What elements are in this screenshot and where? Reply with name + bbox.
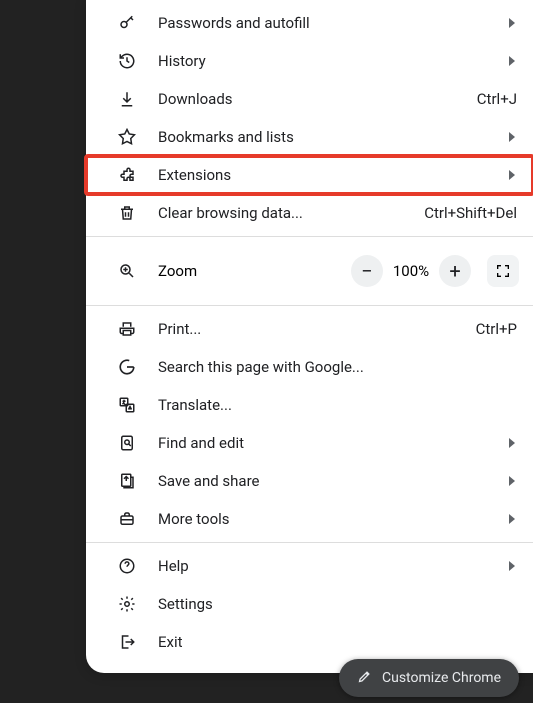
menu-label: History bbox=[158, 52, 206, 70]
menu-label: Print... bbox=[158, 320, 201, 338]
menu-clear-data[interactable]: Clear browsing data... Ctrl+Shift+Del bbox=[86, 194, 533, 232]
menu-more-tools[interactable]: More tools bbox=[86, 500, 533, 538]
menu-label: Help bbox=[158, 557, 189, 575]
menu-label: Bookmarks and lists bbox=[158, 128, 294, 146]
fullscreen-button[interactable] bbox=[487, 255, 519, 287]
chevron-right-icon bbox=[507, 52, 517, 70]
menu-label: Translate... bbox=[158, 396, 232, 414]
menu-history[interactable]: History bbox=[86, 42, 533, 80]
menu-passwords[interactable]: Passwords and autofill bbox=[86, 4, 533, 42]
help-icon bbox=[116, 557, 138, 575]
menu-print[interactable]: Print... Ctrl+P bbox=[86, 310, 533, 348]
browser-menu: Passwords and autofill History Downloads… bbox=[86, 0, 533, 673]
chevron-right-icon bbox=[507, 166, 517, 184]
divider bbox=[86, 542, 533, 543]
menu-label: Extensions bbox=[158, 166, 231, 184]
chevron-right-icon bbox=[507, 472, 517, 490]
menu-downloads[interactable]: Downloads Ctrl+J bbox=[86, 80, 533, 118]
extension-icon bbox=[116, 166, 138, 184]
menu-shortcut: Ctrl+Shift+Del bbox=[424, 204, 517, 222]
menu-label: More tools bbox=[158, 510, 230, 528]
zoom-icon bbox=[116, 262, 138, 280]
trash-icon bbox=[116, 204, 138, 222]
menu-bookmarks[interactable]: Bookmarks and lists bbox=[86, 118, 533, 156]
menu-settings[interactable]: Settings bbox=[86, 585, 533, 623]
menu-save-share[interactable]: Save and share bbox=[86, 462, 533, 500]
menu-shortcut: Ctrl+P bbox=[476, 320, 517, 338]
star-icon bbox=[116, 128, 138, 146]
chevron-right-icon bbox=[507, 14, 517, 32]
menu-label: Zoom bbox=[158, 262, 351, 280]
menu-shortcut: Ctrl+J bbox=[477, 90, 517, 108]
menu-label: Save and share bbox=[158, 472, 259, 490]
menu-extensions[interactable]: Extensions bbox=[86, 156, 533, 194]
menu-label: Clear browsing data... bbox=[158, 204, 303, 222]
menu-label: Exit bbox=[158, 633, 183, 651]
key-icon bbox=[116, 14, 138, 32]
customize-chrome-button[interactable]: Customize Chrome bbox=[339, 659, 519, 697]
share-icon bbox=[116, 472, 138, 490]
menu-label: Passwords and autofill bbox=[158, 14, 310, 32]
menu-exit[interactable]: Exit bbox=[86, 623, 533, 661]
divider bbox=[86, 236, 533, 237]
menu-label: Downloads bbox=[158, 90, 233, 108]
menu-label: Settings bbox=[158, 595, 213, 613]
chevron-right-icon bbox=[507, 557, 517, 575]
menu-help[interactable]: Help bbox=[86, 547, 533, 585]
menu-label: Search this page with Google... bbox=[158, 358, 364, 376]
menu-zoom: Zoom − 100% + bbox=[86, 241, 533, 301]
zoom-in-button[interactable]: + bbox=[439, 255, 471, 287]
pencil-icon bbox=[357, 669, 372, 688]
zoom-level: 100% bbox=[383, 262, 439, 280]
divider bbox=[86, 305, 533, 306]
menu-find[interactable]: Find and edit bbox=[86, 424, 533, 462]
find-icon bbox=[116, 434, 138, 452]
customize-label: Customize Chrome bbox=[382, 670, 501, 686]
menu-translate[interactable]: Translate... bbox=[86, 386, 533, 424]
download-icon bbox=[116, 90, 138, 108]
briefcase-icon bbox=[116, 510, 138, 528]
chevron-right-icon bbox=[507, 128, 517, 146]
zoom-out-button[interactable]: − bbox=[351, 255, 383, 287]
history-icon bbox=[116, 52, 138, 70]
google-icon bbox=[116, 358, 138, 376]
exit-icon bbox=[116, 633, 138, 651]
print-icon bbox=[116, 320, 138, 338]
menu-label: Find and edit bbox=[158, 434, 244, 452]
menu-google-search[interactable]: Search this page with Google... bbox=[86, 348, 533, 386]
translate-icon bbox=[116, 396, 138, 414]
chevron-right-icon bbox=[507, 510, 517, 528]
chevron-right-icon bbox=[507, 434, 517, 452]
settings-icon bbox=[116, 595, 138, 613]
